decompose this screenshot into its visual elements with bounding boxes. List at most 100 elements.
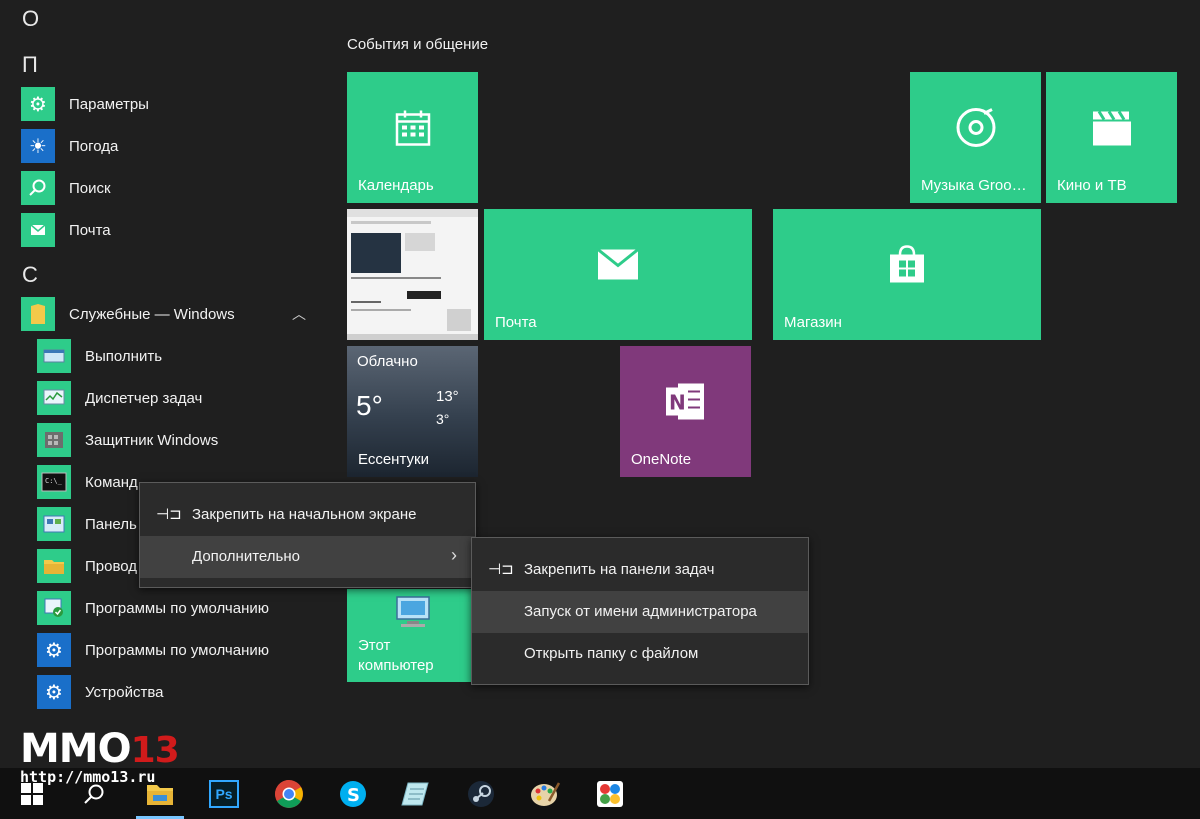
svg-text:S: S <box>347 785 360 806</box>
menu-item-label: Закрепить на начальном экране <box>192 506 417 523</box>
taskbar-chrome[interactable] <box>265 768 313 819</box>
menu-item-pin-start[interactable]: ⊣⊐ Закрепить на начальном экране <box>140 494 475 536</box>
app-label: Параметры <box>69 95 149 113</box>
submenu: ⊣⊐ Закрепить на панели задач Запуск от и… <box>471 537 809 685</box>
letter-o[interactable]: О <box>22 6 39 32</box>
run-icon <box>37 339 71 373</box>
tile-mail[interactable]: Почта <box>484 209 752 340</box>
watermark-brand: MMO13 <box>20 726 180 772</box>
app-devices[interactable]: ⚙ Устройства <box>0 672 330 712</box>
clapperboard-icon <box>1091 107 1133 152</box>
taskbar-steam[interactable] <box>457 768 505 819</box>
app-default-programs-2[interactable]: ⚙ Программы по умолчанию <box>0 630 330 670</box>
taskbar-paint[interactable] <box>521 768 569 819</box>
chrome-icon <box>275 779 303 808</box>
app-task-manager[interactable]: Диспетчер задач <box>0 378 330 418</box>
weather-temp: 5° <box>356 390 383 421</box>
letter-p[interactable]: П <box>22 52 38 78</box>
menu-item-open-file-location[interactable]: Открыть папку с файлом <box>472 633 808 675</box>
tile-group-title[interactable]: События и общение <box>347 36 488 53</box>
tile-label: Почта <box>495 314 537 331</box>
app-label: Устройства <box>85 683 164 701</box>
app-label: Служебные — Windows <box>69 305 235 323</box>
menu-item-run-as-admin[interactable]: Запуск от имени администратора <box>472 591 808 633</box>
tile-label: Музыка Groo… <box>921 177 1027 194</box>
tile-label: Магазин <box>784 314 842 331</box>
store-bag-icon <box>888 244 926 289</box>
chevron-right-icon: › <box>451 545 457 565</box>
weather-city: Ессентуки <box>358 451 429 468</box>
defender-icon <box>37 423 71 457</box>
app-label: Защитник Windows <box>85 431 219 449</box>
app-label: Панель <box>85 515 137 533</box>
photoshop-label: Ps <box>215 785 233 802</box>
tile-label: Этот компьютер <box>358 637 434 674</box>
letter-s[interactable]: С <box>22 262 38 288</box>
app-mail[interactable]: Почта <box>0 210 330 250</box>
taskbar: Ps S <box>0 768 1200 819</box>
gear-icon: ⚙ <box>37 633 71 667</box>
taskbar-notepad[interactable] <box>392 768 440 819</box>
pin-icon: ⊣⊐ <box>156 506 182 523</box>
watermark-url: http://mmo13.ru <box>20 768 156 786</box>
document-preview-icon <box>347 209 478 340</box>
app-defender[interactable]: Защитник Windows <box>0 420 330 460</box>
tile-onenote[interactable]: N OneNote <box>620 346 751 477</box>
taskbar-skype[interactable]: S <box>329 768 377 819</box>
search-icon <box>21 171 55 205</box>
weather-high: 13° <box>436 388 459 405</box>
app-run[interactable]: Выполнить <box>0 336 330 376</box>
app-windows-accessories[interactable]: Служебные — Windows ︿ <box>0 294 330 334</box>
app-label: Выполнить <box>85 347 163 365</box>
weather-condition: Облачно <box>357 353 418 370</box>
menu-item-more[interactable]: Дополнительно › <box>140 536 475 578</box>
onenote-icon: N <box>664 379 708 428</box>
steam-icon <box>468 780 494 807</box>
mail-icon <box>596 247 640 286</box>
tile-movies-tv[interactable]: Кино и ТВ <box>1046 72 1177 203</box>
tile-screenshot-preview[interactable] <box>347 209 478 340</box>
app-label: Команд <box>85 473 138 491</box>
control-panel-icon <box>37 507 71 541</box>
app-weather[interactable]: ☀ Погода <box>0 126 330 166</box>
tile-calendar[interactable]: Календарь <box>347 72 478 203</box>
app-search[interactable]: Поиск <box>0 168 330 208</box>
app-label: Поиск <box>69 179 111 197</box>
skype-icon: S <box>340 780 366 807</box>
menu-item-label: Запуск от имени администратора <box>524 603 757 620</box>
menu-item-pin-taskbar[interactable]: ⊣⊐ Закрепить на панели задач <box>472 549 808 591</box>
app-label: Программы по умолчанию <box>85 641 269 659</box>
gear-icon: ⚙ <box>37 675 71 709</box>
watermark-brand-number: 13 <box>130 730 180 771</box>
sun-icon: ☀ <box>21 129 55 163</box>
mail-icon <box>21 213 55 247</box>
menu-item-label: Открыть папку с файлом <box>524 645 699 662</box>
chevron-up-icon[interactable]: ︿ <box>292 304 306 324</box>
tile-label: Кино и ТВ <box>1057 177 1127 194</box>
context-menu: ⊣⊐ Закрепить на начальном экране Дополни… <box>139 482 476 588</box>
tile-weather[interactable]: Облачно 5° 13° 3° Ессентуки <box>347 346 478 477</box>
calendar-icon <box>395 108 431 151</box>
tile-store[interactable]: Магазин <box>773 209 1041 340</box>
weather-low: 3° <box>436 411 450 427</box>
cmd-icon: C:\_ <box>37 465 71 499</box>
tile-groove-music[interactable]: Музыка Groo… <box>910 72 1041 203</box>
taskbar-photoshop[interactable]: Ps <box>200 768 248 819</box>
tile-label: Календарь <box>358 177 434 194</box>
pin-icon: ⊣⊐ <box>488 561 514 578</box>
computer-icon <box>393 595 433 634</box>
folder-icon <box>21 297 55 331</box>
svg-text:C:\_: C:\_ <box>45 477 63 485</box>
app-label: Погода <box>69 137 119 155</box>
notepad-icon <box>401 782 429 805</box>
svg-text:N: N <box>669 390 686 414</box>
taskbar-app[interactable] <box>586 768 634 819</box>
app-settings[interactable]: ⚙ Параметры <box>0 84 330 124</box>
photoshop-icon: Ps <box>209 779 239 808</box>
app-default-programs-1[interactable]: Программы по умолчанию <box>0 588 330 628</box>
tile-this-pc[interactable]: Этот компьютер <box>347 589 471 682</box>
menu-item-label: Закрепить на панели задач <box>524 561 715 578</box>
app-label: Диспетчер задач <box>85 389 203 407</box>
paint-icon <box>531 781 561 806</box>
menu-item-label: Дополнительно <box>192 548 300 565</box>
